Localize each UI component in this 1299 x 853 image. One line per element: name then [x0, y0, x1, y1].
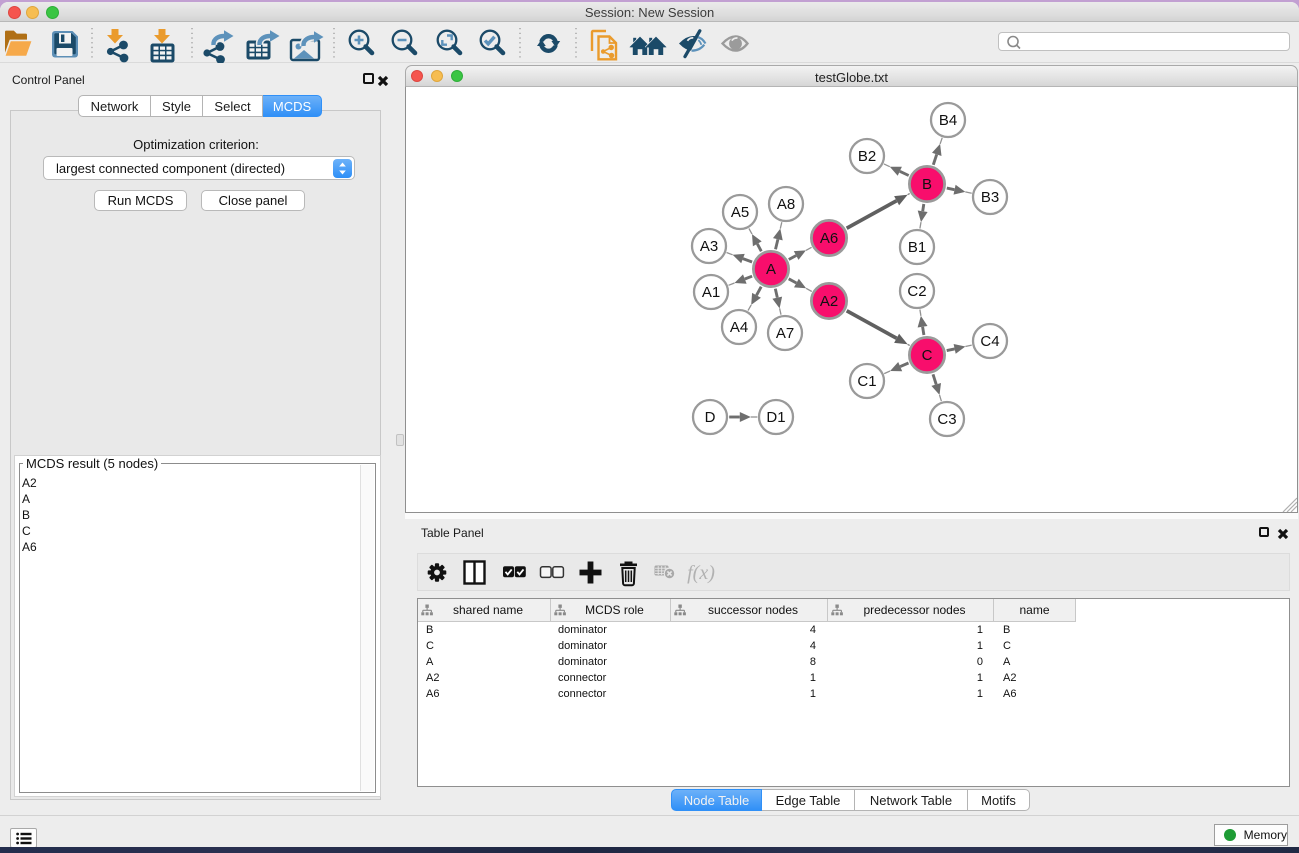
svg-text:D: D [705, 409, 716, 426]
svg-text:B1: B1 [908, 239, 926, 256]
svg-text:C1: C1 [857, 373, 876, 390]
svg-text:A2: A2 [820, 293, 838, 310]
svg-text:A3: A3 [700, 238, 718, 255]
svg-text:A6: A6 [820, 230, 838, 247]
svg-text:f(x): f(x) [687, 562, 715, 584]
svg-text:A4: A4 [730, 319, 748, 336]
svg-text:A1: A1 [702, 284, 720, 301]
svg-text:A5: A5 [731, 204, 749, 221]
svg-text:A8: A8 [777, 196, 795, 213]
svg-text:B4: B4 [939, 112, 957, 129]
svg-text:A7: A7 [776, 325, 794, 342]
svg-text:B: B [922, 176, 932, 193]
svg-text:B3: B3 [981, 189, 999, 206]
svg-text:C4: C4 [980, 333, 999, 350]
svg-text:C2: C2 [907, 283, 926, 300]
svg-text:C: C [922, 347, 933, 364]
svg-text:A: A [766, 261, 776, 278]
svg-text:C3: C3 [937, 411, 956, 428]
svg-text:B2: B2 [858, 148, 876, 165]
svg-text:D1: D1 [766, 409, 785, 426]
